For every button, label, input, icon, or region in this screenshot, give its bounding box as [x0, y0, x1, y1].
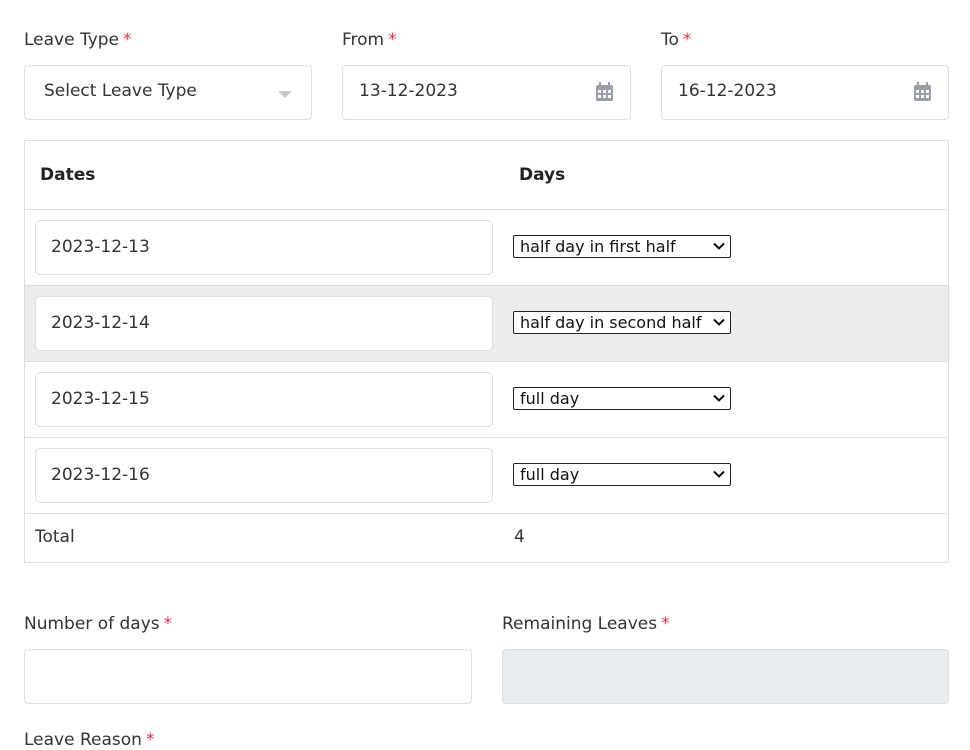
required-mark: *	[145, 730, 155, 750]
remaining-leaves-label: Remaining Leaves *	[502, 614, 670, 634]
calendar-icon[interactable]	[914, 82, 931, 101]
number-of-days-label: Number of days *	[24, 614, 172, 634]
required-mark: *	[163, 614, 173, 634]
day-type-value: half day in second half	[520, 313, 702, 332]
remaining-leaves-label-text: Remaining Leaves	[502, 614, 658, 634]
day-type-select[interactable]: half day in second half	[513, 311, 731, 334]
leave-type-label-text: Leave Type	[24, 30, 120, 50]
to-date-value: 16-12-2023	[678, 81, 777, 101]
required-mark: *	[123, 30, 132, 50]
required-mark: *	[682, 30, 692, 50]
date-value: 2023-12-14	[51, 313, 150, 333]
chevron-down-icon	[713, 318, 725, 326]
from-label-text: From	[342, 30, 385, 50]
leave-days-table: Dates Days 2023-12-13 half day in first …	[24, 140, 949, 563]
total-label: Total	[35, 527, 75, 547]
from-label: From *	[342, 30, 397, 50]
leave-type-label: Leave Type *	[24, 30, 132, 50]
day-type-select[interactable]: full day	[513, 387, 731, 410]
total-value: 4	[514, 527, 525, 547]
days-header: Days	[519, 165, 566, 185]
day-type-value: full day	[520, 465, 580, 484]
table-row: 2023-12-13 half day in first half	[25, 209, 948, 285]
from-date-input[interactable]: 13-12-2023	[342, 65, 631, 120]
chevron-down-icon	[713, 242, 725, 250]
date-value: 2023-12-15	[51, 389, 150, 409]
to-label: To *	[661, 30, 691, 50]
table-row: 2023-12-14 half day in second half	[25, 285, 948, 361]
number-of-days-input[interactable]	[24, 649, 472, 704]
from-date-value: 13-12-2023	[359, 81, 458, 101]
caret-down-icon	[278, 91, 292, 98]
date-field[interactable]: 2023-12-14	[35, 296, 493, 351]
leave-reason-label-text: Leave Reason	[24, 730, 142, 750]
date-field[interactable]: 2023-12-15	[35, 372, 493, 427]
leave-reason-label: Leave Reason *	[24, 730, 154, 750]
day-type-select[interactable]: full day	[513, 463, 731, 486]
remaining-leaves-input	[502, 649, 949, 704]
number-of-days-label-text: Number of days	[24, 614, 160, 634]
date-field[interactable]: 2023-12-16	[35, 448, 493, 503]
day-type-value: full day	[520, 389, 580, 408]
to-label-text: To	[661, 30, 679, 50]
required-mark: *	[388, 30, 397, 50]
chevron-down-icon	[713, 470, 725, 478]
date-value: 2023-12-16	[51, 465, 150, 485]
date-field[interactable]: 2023-12-13	[35, 220, 493, 275]
dates-header: Dates	[40, 165, 96, 185]
leave-type-select[interactable]: Select Leave Type	[24, 65, 312, 120]
calendar-icon[interactable]	[596, 82, 613, 101]
day-type-value: half day in first half	[520, 237, 676, 256]
chevron-down-icon	[713, 394, 725, 402]
day-type-select[interactable]: half day in first half	[513, 235, 731, 258]
date-value: 2023-12-13	[51, 237, 150, 257]
total-row: Total 4	[25, 513, 948, 562]
to-date-input[interactable]: 16-12-2023	[661, 65, 949, 120]
table-row: 2023-12-16 full day	[25, 437, 948, 513]
leave-type-placeholder: Select Leave Type	[44, 81, 197, 101]
table-row: 2023-12-15 full day	[25, 361, 948, 437]
required-mark: *	[661, 614, 670, 634]
